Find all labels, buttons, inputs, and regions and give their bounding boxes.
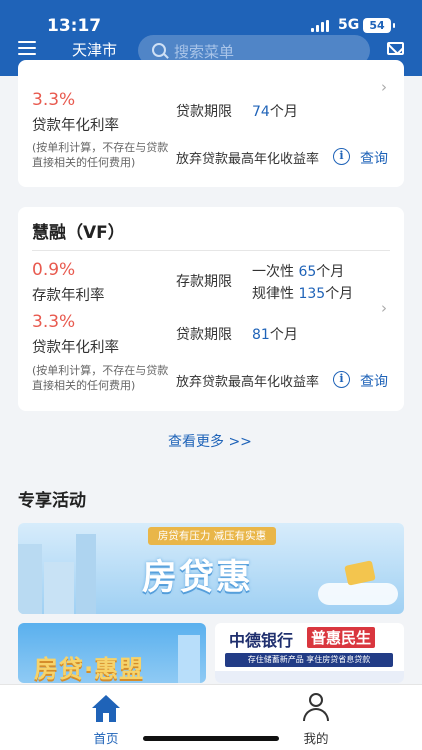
deposit-rate-label: 存款年利率 bbox=[32, 288, 105, 304]
gift-icon bbox=[344, 560, 376, 586]
lump-sum-term: 一次性 65个月 bbox=[252, 264, 345, 280]
home-indicator bbox=[143, 736, 279, 741]
bank-promo-banner[interactable]: 中德银行 普惠民生 存住储蓄新产品 享住房贷省息贷款 bbox=[215, 623, 404, 683]
loan-rate-label: 贷款年化利率 bbox=[32, 340, 119, 356]
abandon-rate-label: 放弃贷款最高年化收益率 bbox=[176, 375, 320, 390]
mail-icon[interactable] bbox=[387, 42, 404, 55]
loan-term-label: 贷款期限 bbox=[176, 327, 232, 343]
tab-home[interactable]: 首页 bbox=[76, 691, 136, 746]
query-link[interactable]: 查询 bbox=[360, 148, 388, 168]
banner-slogan: 普惠民生 bbox=[307, 627, 376, 648]
product-card[interactable]: 3.3% 贷款年化利率 (按单利计算，不存在与贷款直接相关的任何费用) 贷款期限… bbox=[18, 60, 404, 187]
fee-note: (按单利计算，不存在与贷款直接相关的任何费用) bbox=[32, 364, 169, 392]
home-icon bbox=[92, 695, 120, 723]
building-graphic bbox=[178, 635, 200, 683]
divider bbox=[32, 250, 390, 251]
regular-term: 规律性 135个月 bbox=[252, 286, 354, 302]
loan-term-label: 贷款期限 bbox=[176, 104, 232, 120]
query-link[interactable]: 查询 bbox=[360, 371, 388, 391]
tab-mine-label: 我的 bbox=[303, 731, 329, 746]
section-title: 专享活动 bbox=[18, 491, 86, 511]
banner-title: 房贷惠 bbox=[142, 558, 254, 598]
fee-note: (按单利计算，不存在与贷款直接相关的任何费用) bbox=[32, 141, 169, 169]
loan-rate-label: 贷款年化利率 bbox=[32, 118, 119, 134]
bank-name: 中德银行 bbox=[229, 631, 294, 650]
deposit-rate: 0.9% bbox=[32, 260, 76, 280]
mortgage-banner[interactable]: 房贷有压力 减压有实惠 房贷惠 bbox=[18, 523, 404, 614]
info-icon[interactable]: i bbox=[333, 371, 350, 388]
product-card-vf[interactable]: 慧融（VF） 0.9% 存款年利率 存款期限 一次性 65个月 规律性 135个… bbox=[18, 207, 404, 411]
see-more-link[interactable]: 查看更多 >> bbox=[168, 431, 252, 451]
mortgage-alliance-banner[interactable]: 房贷·惠盟 bbox=[18, 623, 206, 683]
cloud-graphic bbox=[318, 583, 398, 605]
status-time: 13:17 bbox=[47, 16, 102, 36]
search-icon bbox=[152, 43, 166, 57]
building-graphic bbox=[44, 562, 74, 614]
network-type: 5G bbox=[338, 17, 360, 33]
hamburger-menu-icon[interactable] bbox=[18, 41, 36, 56]
tab-mine[interactable]: 我的 bbox=[286, 691, 346, 746]
city-selector[interactable]: 天津市 bbox=[72, 39, 117, 60]
product-name: 慧融（VF） bbox=[32, 223, 125, 243]
banner-subtitle: 存住储蓄新产品 享住房贷省息贷款 bbox=[225, 653, 393, 667]
battery-icon: 54 bbox=[363, 18, 395, 33]
loan-term-value: 74个月 bbox=[252, 104, 298, 120]
building-graphic bbox=[76, 534, 96, 614]
chevron-right-icon: › bbox=[381, 299, 387, 317]
loan-rate: 3.3% bbox=[32, 90, 76, 110]
building-graphic bbox=[18, 544, 42, 614]
info-icon[interactable]: i bbox=[333, 148, 350, 165]
chevron-right-icon: › bbox=[381, 78, 387, 96]
deposit-term-label: 存款期限 bbox=[176, 274, 232, 290]
banner-footer-strip bbox=[215, 671, 404, 683]
loan-term-value: 81个月 bbox=[252, 327, 298, 343]
loan-rate: 3.3% bbox=[32, 312, 76, 332]
tab-home-label: 首页 bbox=[93, 731, 119, 746]
banner-title: 房贷·惠盟 bbox=[34, 655, 145, 683]
signal-bars-icon bbox=[311, 20, 330, 32]
banner-ribbon: 房贷有压力 减压有实惠 bbox=[148, 527, 276, 545]
person-icon bbox=[301, 693, 331, 723]
abandon-rate-label: 放弃贷款最高年化收益率 bbox=[176, 152, 320, 167]
search-placeholder: 搜索菜单 bbox=[174, 43, 235, 61]
